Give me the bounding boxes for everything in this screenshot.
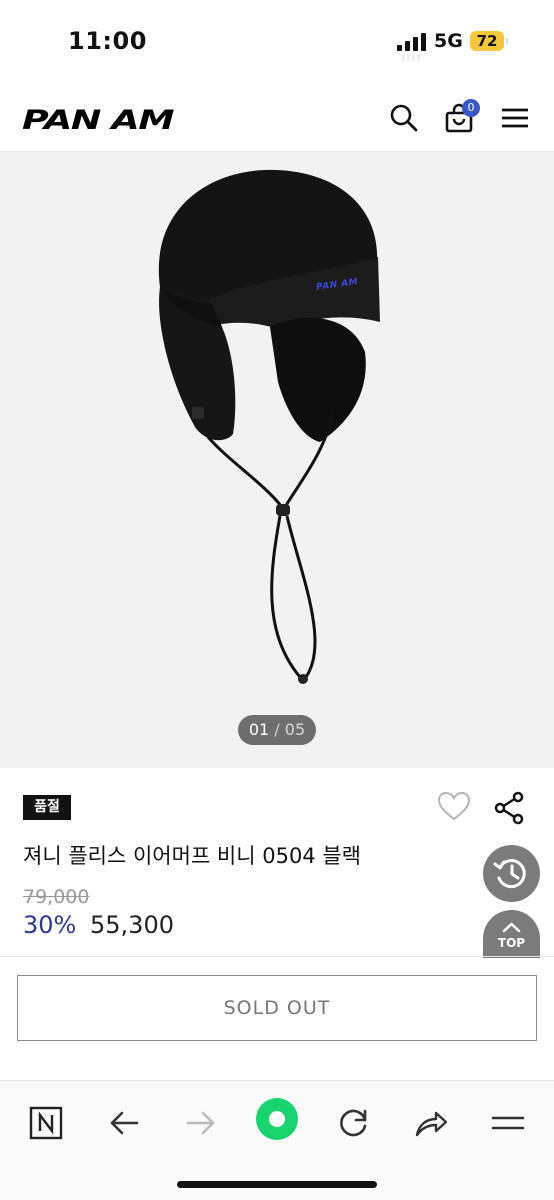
share-arrow-icon[interactable] [411,1103,451,1143]
original-price: 79,000 [23,886,90,908]
naver-icon[interactable] [26,1103,66,1143]
discount-rate: 30% [23,911,77,939]
image-counter-total: 05 [284,720,306,739]
refresh-icon[interactable] [334,1103,374,1143]
brand-logo[interactable]: PAN AM [22,105,175,136]
back-icon[interactable] [104,1103,144,1143]
browser-menu-icon[interactable] [488,1103,528,1143]
image-counter: 01 / 05 [238,715,316,745]
green-dot-icon[interactable] [255,1097,299,1141]
status-bar: 11:00 5G 72 [0,0,554,84]
image-counter-current: 01 [248,720,270,739]
recently-viewed-button[interactable] [483,845,540,902]
menu-icon[interactable] [499,102,531,134]
privacy-indicator-icon [402,54,420,61]
battery-indicator: 72 [470,31,508,51]
signal-icon [397,33,426,51]
wishlist-heart-icon[interactable] [437,791,471,823]
status-time: 11:00 [68,27,147,55]
chevron-up-icon [502,922,521,933]
forward-icon[interactable] [181,1103,221,1143]
product-image-gallery[interactable]: PAN AM [0,152,554,768]
product-image [158,169,380,684]
divider [0,956,554,957]
sale-price: 55,300 [90,911,174,939]
sold-out-button[interactable]: SOLD OUT [17,975,537,1041]
sold-out-badge: 품절 [23,795,71,820]
scroll-top-button[interactable]: TOP [483,910,540,958]
site-header: PAN AM [0,84,554,152]
image-counter-separator: / [274,720,280,739]
network-label: 5G [434,30,463,52]
search-icon[interactable] [388,102,420,134]
share-icon[interactable] [493,791,527,825]
history-icon [493,859,526,889]
home-indicator [177,1181,377,1188]
scroll-top-label: TOP [497,936,526,950]
cart-count-badge: 0 [462,99,480,117]
product-title: 져니 플리스 이어머프 비니 0504 블랙 [23,844,361,868]
